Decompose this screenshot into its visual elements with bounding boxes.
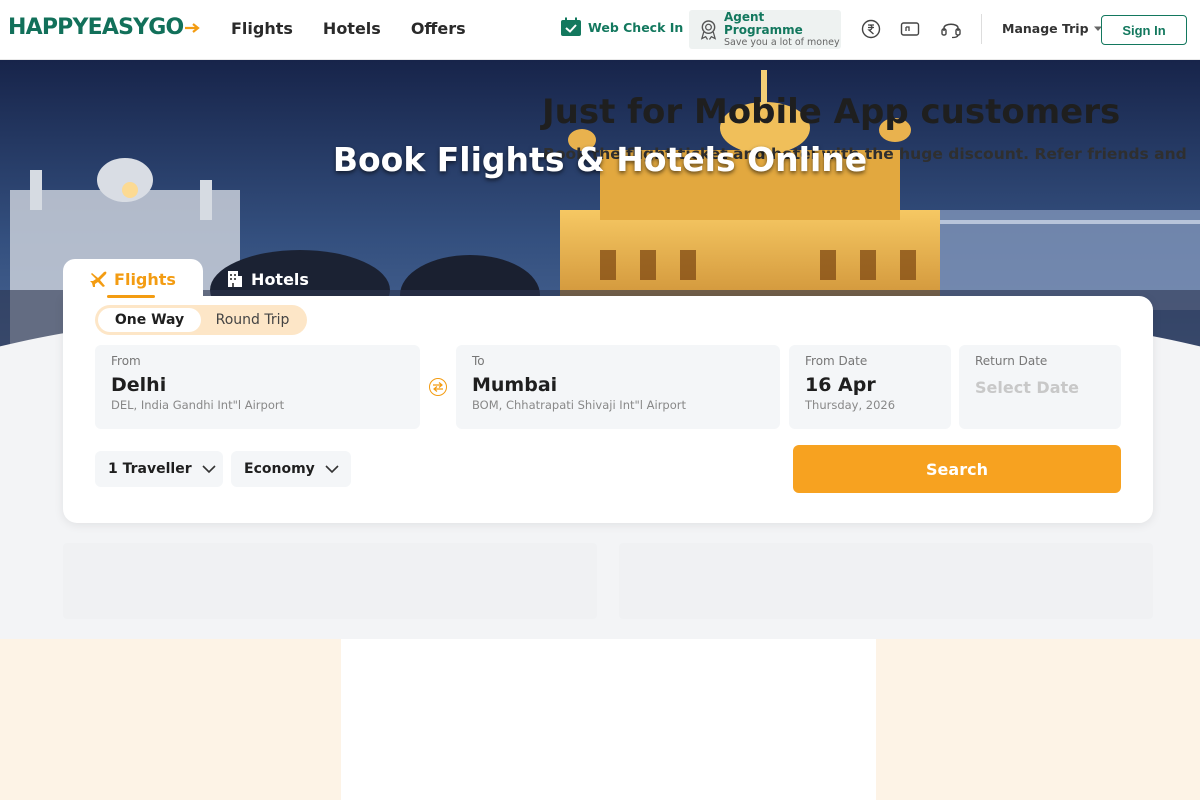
trip-type-round-trip[interactable]: Round Trip <box>201 308 304 332</box>
sign-in-button[interactable]: Sign In <box>1101 15 1187 45</box>
brand-logo[interactable]: HAPPYEASYG O <box>8 15 201 40</box>
header-divider <box>981 14 982 44</box>
hero-title: Book Flights & Hotels Online <box>332 140 868 179</box>
app-promo-title: Just for Mobile App customers <box>542 92 1121 132</box>
web-check-in-label: Web Check In <box>588 19 684 35</box>
return-date-placeholder: Select Date <box>975 378 1079 397</box>
manage-trip-label: Manage Trip <box>1002 21 1089 36</box>
building-icon <box>228 271 243 287</box>
rupee-icon[interactable] <box>860 18 882 40</box>
from-date-field[interactable]: From Date 16 Apr Thursday, 2026 <box>789 345 951 429</box>
agent-programme-title: Agent Programme <box>724 10 803 37</box>
cabin-class-dropdown[interactable]: Economy <box>231 451 351 487</box>
swap-icon <box>433 382 443 392</box>
to-field[interactable]: To Mumbai BOM, Chhatrapati Shivaji Int"l… <box>456 345 780 429</box>
manage-trip-dropdown[interactable]: Manage Trip <box>1002 21 1103 36</box>
top-header: HAPPYEASYG O Flights Hotels Offers Web C… <box>0 0 1200 60</box>
chevron-down-icon <box>202 464 216 473</box>
from-field[interactable]: From Delhi DEL, India Gandhi Int"l Airpo… <box>95 345 420 429</box>
return-date-label: Return Date <box>975 354 1048 368</box>
traveller-dropdown[interactable]: 1 Traveller <box>95 451 223 487</box>
trip-type-one-way[interactable]: One Way <box>98 308 201 332</box>
app-decor-right <box>876 639 1200 800</box>
to-city: Mumbai <box>472 374 558 396</box>
from-date-value: 16 Apr <box>805 374 876 396</box>
from-label: From <box>111 354 141 368</box>
return-date-field[interactable]: Return Date Select Date <box>959 345 1121 429</box>
main-nav: Flights Hotels Offers <box>231 19 466 38</box>
airplane-icon <box>90 271 107 287</box>
swap-cities-button[interactable] <box>429 378 447 396</box>
logo-arrow-icon <box>185 22 201 33</box>
promo-banner-left[interactable] <box>63 543 597 619</box>
from-date-label: From Date <box>805 354 868 368</box>
traveller-label: 1 Traveller <box>108 461 192 477</box>
nav-offers[interactable]: Offers <box>411 19 466 38</box>
agent-programme-button[interactable]: Agent Programme Save you a lot of money <box>689 10 841 49</box>
chevron-down-icon <box>325 464 339 473</box>
active-tab-indicator <box>107 295 155 298</box>
tab-flights[interactable]: Flights <box>63 259 203 299</box>
to-label: To <box>472 354 485 368</box>
calendar-check-icon <box>561 17 581 36</box>
tab-flights-label: Flights <box>114 269 176 289</box>
from-airport: DEL, India Gandhi Int"l Airport <box>111 398 285 412</box>
nav-flights[interactable]: Flights <box>231 19 293 38</box>
from-city: Delhi <box>111 374 167 396</box>
cabin-class-label: Economy <box>244 461 315 477</box>
from-date-weekday: Thursday, 2026 <box>805 398 896 412</box>
wallet-icon[interactable] <box>899 18 921 40</box>
logo-accent: O <box>165 15 185 40</box>
badge-icon <box>700 19 717 40</box>
mobile-app-section <box>0 639 1200 800</box>
headset-icon[interactable] <box>940 18 962 40</box>
search-button[interactable]: Search <box>793 445 1121 493</box>
search-tabs: Flights Hotels <box>63 259 333 299</box>
nav-hotels[interactable]: Hotels <box>323 19 381 38</box>
trip-type-toggle: One Way Round Trip <box>95 305 307 335</box>
logo-text: HAPPYEASYG <box>8 15 166 40</box>
flight-search-card: One Way Round Trip From Delhi DEL, India… <box>63 296 1153 523</box>
to-airport: BOM, Chhatrapati Shivaji Int"l Airport <box>472 398 686 412</box>
tab-hotels[interactable]: Hotels <box>203 259 333 299</box>
tab-hotels-label: Hotels <box>251 269 309 289</box>
web-check-in-link[interactable]: Web Check In <box>560 17 683 37</box>
promo-banner-right[interactable] <box>619 543 1153 619</box>
agent-programme-subtitle: Save you a lot of money <box>724 37 840 48</box>
app-decor-left <box>0 639 341 800</box>
